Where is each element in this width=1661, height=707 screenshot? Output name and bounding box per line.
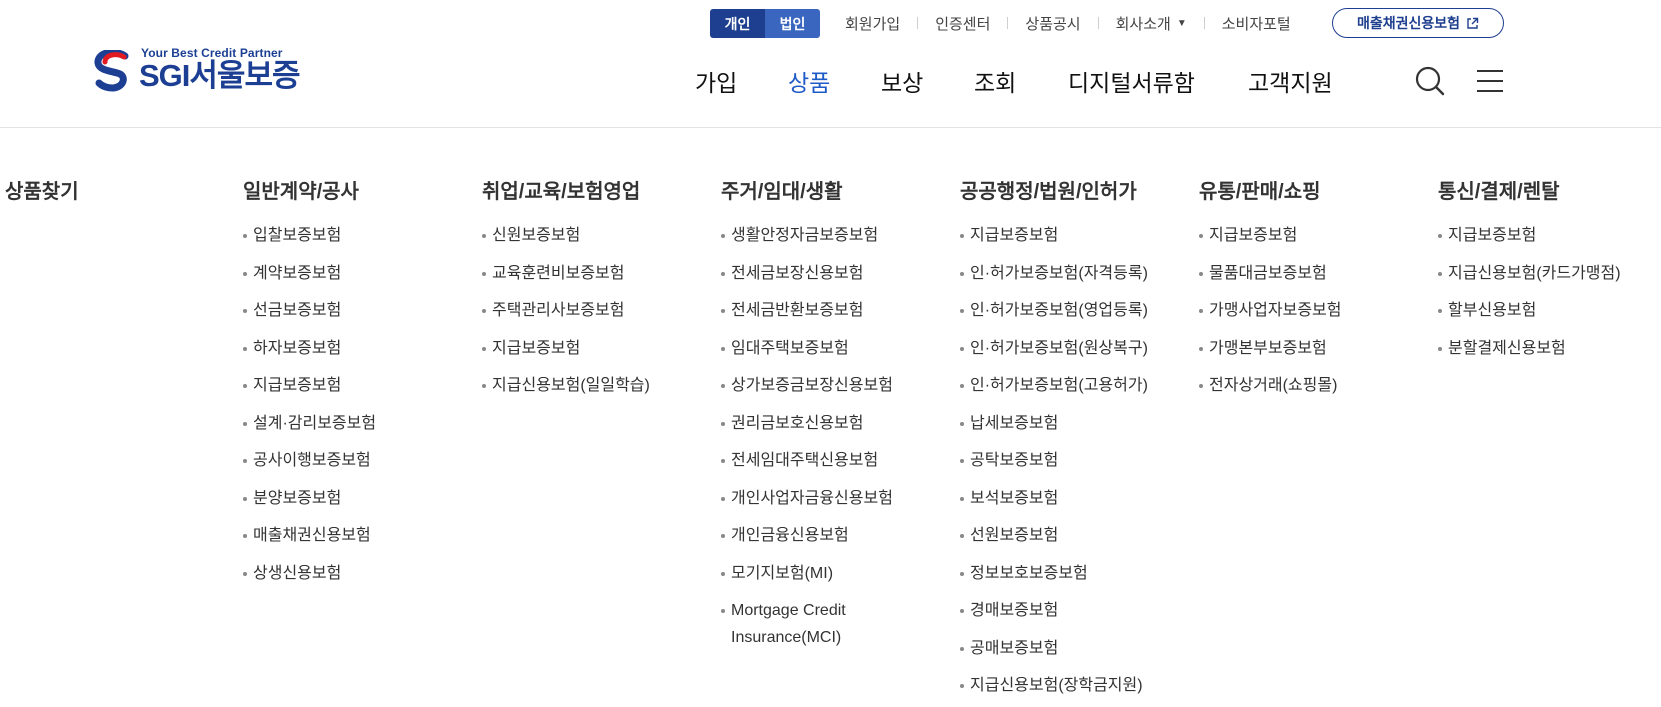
product-link[interactable]: 지급보증보험	[482, 335, 650, 362]
util-divider	[1007, 17, 1009, 29]
category-telecom-payment: 통신/결제/렌탈 지급보증보험 지급신용보험(카드가맹점) 할부신용보험 분할결…	[1438, 178, 1621, 372]
product-link[interactable]: 보석보증보험	[960, 485, 1148, 512]
product-link[interactable]: 상가보증금보장신용보험	[721, 372, 893, 399]
product-link[interactable]: 신원보증보험	[482, 222, 650, 249]
sgi-logo-icon	[94, 50, 129, 92]
product-link[interactable]: 지급신용보험(장학금지원)	[960, 672, 1148, 699]
hamburger-menu-icon[interactable]	[1475, 66, 1505, 96]
product-link[interactable]: 선원보증보험	[960, 522, 1148, 549]
product-link[interactable]: 지급보증보험	[243, 372, 376, 399]
product-link[interactable]: 입찰보증보험	[243, 222, 376, 249]
product-link[interactable]: 전세임대주택신용보험	[721, 447, 893, 474]
product-link[interactable]: 교육훈련비보증보험	[482, 260, 650, 287]
product-link[interactable]: 선금보증보험	[243, 297, 376, 324]
util-link-auth-center[interactable]: 인증센터	[935, 13, 990, 34]
category-title[interactable]: 유통/판매/쇼핑	[1199, 178, 1341, 206]
category-title[interactable]: 공공행정/법원/인허가	[960, 178, 1148, 206]
util-divider	[1097, 17, 1099, 29]
util-divider	[917, 17, 919, 29]
receivables-insurance-button[interactable]: 매출채권신용보험	[1332, 8, 1504, 38]
product-link[interactable]: 전세금반환보증보험	[721, 297, 893, 324]
product-link[interactable]: 가맹사업자보증보험	[1199, 297, 1341, 324]
external-link-icon	[1467, 17, 1479, 29]
gnb-claims[interactable]: 보상	[881, 66, 923, 100]
customer-type-toggle: 개인 법인	[710, 9, 820, 38]
category-title[interactable]: 주거/임대/생활	[721, 178, 893, 206]
util-divider	[1203, 17, 1205, 29]
product-link[interactable]: 인·허가보증보험(영업등록)	[960, 297, 1148, 324]
product-link[interactable]: 모기지보험(MI)	[721, 560, 893, 587]
gnb-products[interactable]: 상품	[788, 66, 830, 100]
gnb-join[interactable]: 가입	[695, 66, 737, 100]
caret-down-icon: ▼	[1176, 17, 1187, 29]
utility-nav: 회원가입 인증센터 상품공시 회사소개 ▼ 소비자포털	[845, 10, 1291, 36]
category-retail-shopping: 유통/판매/쇼핑 지급보증보험 물품대금보증보험 가맹사업자보증보험 가맹본부보…	[1199, 178, 1341, 410]
product-link[interactable]: 개인금융신용보험	[721, 522, 893, 549]
product-link[interactable]: 할부신용보험	[1438, 297, 1621, 324]
category-housing-rental: 주거/임대/생활 생활안정자금보증보험 전세금보장신용보험 전세금반환보증보험 …	[721, 178, 893, 662]
gnb-customer-support[interactable]: 고객지원	[1248, 66, 1333, 100]
gnb-digital-documents[interactable]: 디지털서류함	[1068, 66, 1195, 100]
category-title[interactable]: 일반계약/공사	[243, 178, 376, 206]
product-link[interactable]: 개인사업자금융신용보험	[721, 485, 893, 512]
category-employment-education: 취업/교육/보험영업 신원보증보험 교육훈련비보증보험 주택관리사보증보험 지급…	[482, 178, 650, 410]
site-logo[interactable]: Your Best Credit Partner SGI서울보증	[93, 46, 323, 96]
product-link[interactable]: 경매보증보험	[960, 597, 1148, 624]
product-link[interactable]: 지급신용보험(카드가맹점)	[1438, 260, 1621, 287]
product-link[interactable]: 인·허가보증보험(원상복구)	[960, 335, 1148, 362]
products-mega-menu: 상품찾기 일반계약/공사 입찰보증보험 계약보증보험 선금보증보험 하자보증보험…	[0, 128, 1661, 707]
category-public-admin: 공공행정/법원/인허가 지급보증보험 인·허가보증보험(자격등록) 인·허가보증…	[960, 178, 1148, 707]
product-link[interactable]: 인·허가보증보험(고용허가)	[960, 372, 1148, 399]
gnb-inquiry[interactable]: 조회	[974, 66, 1016, 100]
product-link[interactable]: 분양보증보험	[243, 485, 376, 512]
product-link[interactable]: 매출채권신용보험	[243, 522, 376, 549]
product-link[interactable]: 주택관리사보증보험	[482, 297, 650, 324]
util-link-consumer-portal[interactable]: 소비자포털	[1222, 13, 1291, 34]
product-link[interactable]: 지급보증보험	[1199, 222, 1341, 249]
util-link-signup[interactable]: 회원가입	[845, 13, 900, 34]
product-link[interactable]: 계약보증보험	[243, 260, 376, 287]
product-link[interactable]: 지급보증보험	[1438, 222, 1621, 249]
category-title[interactable]: 통신/결제/렌탈	[1438, 178, 1621, 206]
product-link[interactable]: 공탁보증보험	[960, 447, 1148, 474]
toggle-corporate[interactable]: 법인	[765, 9, 820, 38]
product-link[interactable]: 가맹본부보증보험	[1199, 335, 1341, 362]
util-link-product-disclosure[interactable]: 상품공시	[1025, 13, 1080, 34]
product-finder-title[interactable]: 상품찾기	[5, 178, 79, 206]
search-icon[interactable]	[1415, 66, 1445, 96]
product-link[interactable]: 상생신용보험	[243, 560, 376, 587]
site-header: Your Best Credit Partner SGI서울보증 개인 법인 회…	[0, 0, 1661, 128]
product-link[interactable]: 인·허가보증보험(자격등록)	[960, 260, 1148, 287]
product-link[interactable]: 물품대금보증보험	[1199, 260, 1341, 287]
receivables-insurance-label: 매출채권신용보험	[1356, 15, 1461, 31]
product-link[interactable]: 분할결제신용보험	[1438, 335, 1621, 362]
product-link[interactable]: 공매보증보험	[960, 635, 1148, 662]
category-general-contract: 일반계약/공사 입찰보증보험 계약보증보험 선금보증보험 하자보증보험 지급보증…	[243, 178, 376, 597]
util-link-company-dropdown[interactable]: 회사소개 ▼	[1116, 13, 1187, 34]
product-link[interactable]: 공사이행보증보험	[243, 447, 376, 474]
product-link[interactable]: 전자상거래(쇼핑몰)	[1199, 372, 1341, 399]
util-link-company-label: 회사소개	[1115, 15, 1171, 33]
product-link[interactable]: 전세금보장신용보험	[721, 260, 893, 287]
product-link[interactable]: 임대주택보증보험	[721, 335, 893, 362]
product-link[interactable]: 지급보증보험	[960, 222, 1148, 249]
product-link[interactable]: 설계·감리보증보험	[243, 410, 376, 437]
toggle-personal[interactable]: 개인	[710, 9, 765, 38]
product-link[interactable]: 정보보호보증보험	[960, 560, 1148, 587]
category-title[interactable]: 취업/교육/보험영업	[482, 178, 650, 206]
logo-brand-name: SGI서울보증	[139, 58, 300, 93]
product-link[interactable]: 생활안정자금보증보험	[721, 222, 893, 249]
product-link[interactable]: Mortgage Credit Insurance(MCI)	[721, 597, 891, 651]
product-link[interactable]: 권리금보호신용보험	[721, 410, 893, 437]
product-link[interactable]: 납세보증보험	[960, 410, 1148, 437]
product-link[interactable]: 지급신용보험(일일학습)	[482, 372, 650, 399]
product-link[interactable]: 하자보증보험	[243, 335, 376, 362]
